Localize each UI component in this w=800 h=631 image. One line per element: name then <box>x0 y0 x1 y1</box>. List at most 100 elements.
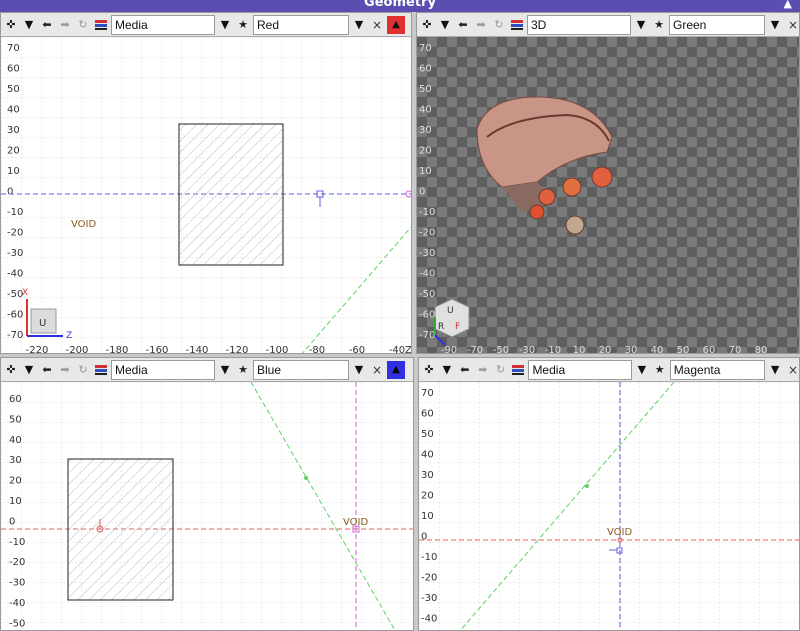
reset-view-icon[interactable]: ↻ <box>75 362 91 378</box>
y-tick-label: -60 <box>7 310 23 321</box>
mode-dropdown-icon[interactable]: ▼ <box>217 360 233 380</box>
y-tick-label: 40 <box>7 105 20 116</box>
x-tick-label: -40 <box>389 345 405 354</box>
close-icon[interactable]: × <box>369 15 385 35</box>
svg-text:Z: Z <box>66 331 72 341</box>
window-corner-icon[interactable]: ▲ <box>784 0 792 10</box>
star-icon[interactable]: ★ <box>652 362 668 378</box>
x-tick-label: 80 <box>755 345 768 354</box>
y-tick-label: -30 <box>7 248 23 259</box>
ortho-canvas-blue[interactable]: 6050403020100-10-20-30-40-50 VOID <box>1 382 414 631</box>
mode-dropdown-icon[interactable]: ▼ <box>633 15 649 35</box>
y-tick-label: 0 <box>421 532 427 543</box>
transform-dropdown-icon[interactable]: ▼ <box>437 15 453 35</box>
undo-icon[interactable]: ⬅ <box>455 17 471 33</box>
transform-dropdown-icon[interactable]: ▼ <box>439 360 455 380</box>
undo-icon[interactable]: ⬅ <box>39 17 55 33</box>
mode-select[interactable]: Media <box>111 359 215 380</box>
y-tick-label: 50 <box>7 84 20 95</box>
viewport-blue[interactable]: ✜ ▼ ⬅ ➡ ↻ Media ▼ ★ Blue ▼ × ▲ 60 50 40 … <box>0 357 414 631</box>
redo-icon[interactable]: ➡ <box>473 17 489 33</box>
geometry-volume[interactable] <box>67 458 174 601</box>
mode-select[interactable]: Media <box>528 359 632 380</box>
y-tick-label: 50 <box>9 414 22 425</box>
reset-view-icon[interactable]: ↻ <box>491 17 507 33</box>
viewport-green[interactable]: ✜ ▼ ⬅ ➡ ↻ 3D ▼ ★ Green ▼ × 70 60 50 40 30 20 1… <box>416 12 800 354</box>
redo-icon[interactable]: ➡ <box>57 17 73 33</box>
view-select[interactable]: Red <box>253 14 349 35</box>
reset-view-icon[interactable]: ↻ <box>493 362 509 378</box>
y-tick-label: 10 <box>7 166 20 177</box>
x-tick-label: 60 <box>703 345 716 354</box>
view-widget[interactable]: U <box>30 308 57 334</box>
view-color-flip-icon[interactable]: ▲ <box>387 360 405 379</box>
undo-icon[interactable]: ⬅ <box>39 362 55 378</box>
transform-dropdown-icon[interactable]: ▼ <box>21 360 37 380</box>
mode-select[interactable]: 3D <box>527 14 631 35</box>
y-tick-label: -50 <box>7 289 23 300</box>
svg-text:U: U <box>39 318 46 329</box>
void-label: VOID <box>607 527 632 538</box>
media-layers-icon <box>509 17 525 33</box>
close-icon[interactable]: × <box>785 360 799 380</box>
view-select[interactable]: Green <box>669 14 765 35</box>
y-tick-label: 20 <box>419 146 432 157</box>
view-dropdown-icon[interactable]: ▼ <box>351 15 367 35</box>
guide-point <box>304 476 308 480</box>
y-tick-label: -40 <box>7 269 23 280</box>
y-tick-label: 70 <box>419 43 432 54</box>
x-tick-label: -200 <box>66 345 89 354</box>
transform-icon[interactable]: ✜ <box>3 17 19 33</box>
y-tick-label: 30 <box>7 125 20 136</box>
ortho-canvas-red[interactable]: 70 60 50 40 30 20 10 0 -10 -20 -30 -40 -50 -60 -70 -22… <box>1 37 411 354</box>
view-select[interactable]: Magenta <box>669 359 766 380</box>
star-icon[interactable]: ★ <box>235 17 251 33</box>
y-tick-label: 20 <box>7 146 20 157</box>
x-tick-label: -80 <box>309 345 325 354</box>
mode-dropdown-icon[interactable]: ▼ <box>217 15 233 35</box>
reset-view-icon[interactable]: ↻ <box>75 17 91 33</box>
perspective-canvas-3d[interactable]: 70 60 50 40 30 20 10 0 -10 -20 -30 -40 -50 -60 -70 -90… <box>417 37 800 354</box>
viewport-magenta[interactable]: ✜ ▼ ⬅ ➡ ↻ Media ▼ ★ Magenta ▼ × 70 60 50 40… <box>418 357 800 631</box>
y-tick-label: -30 <box>419 248 435 259</box>
mode-dropdown-icon[interactable]: ▼ <box>634 360 650 380</box>
x-tick-label: -100 <box>266 345 289 354</box>
close-icon[interactable]: × <box>785 15 799 35</box>
y-tick-label: 30 <box>419 125 432 136</box>
view-dropdown-icon[interactable]: ▼ <box>767 15 783 35</box>
y-tick-label: 0 <box>9 516 15 527</box>
corner-axis-label: Z <box>405 345 411 354</box>
x-tick-label: 50 <box>677 345 690 354</box>
view-dropdown-icon[interactable]: ▼ <box>767 360 783 380</box>
mode-select[interactable]: Media <box>111 14 215 35</box>
y-tick-label: 10 <box>419 166 432 177</box>
ortho-canvas-magenta[interactable]: 70 60 50 40 30 20 10 0 -10 -20 -30 -40 VOID <box>419 382 800 631</box>
x-tick-label: -50 <box>493 345 509 354</box>
redo-icon[interactable]: ➡ <box>475 362 491 378</box>
transform-icon[interactable]: ✜ <box>419 17 435 33</box>
y-tick-label: -30 <box>421 593 437 604</box>
y-tick-label: -10 <box>421 552 437 563</box>
close-icon[interactable]: × <box>369 360 385 380</box>
viewport-red[interactable]: ✜ ▼ ⬅ ➡ ↻ Media ▼ ★ Red ▼ × ▲ 70 60 50 4… <box>0 12 412 354</box>
y-tick-label: 50 <box>419 84 432 95</box>
y-tick-label: 10 <box>421 511 434 522</box>
view-select[interactable]: Blue <box>253 359 349 380</box>
transform-icon[interactable]: ✜ <box>3 362 19 378</box>
view-color-flip-icon[interactable]: ▲ <box>387 15 405 34</box>
star-icon[interactable]: ★ <box>235 362 251 378</box>
redo-icon[interactable]: ➡ <box>57 362 73 378</box>
transform-icon[interactable]: ✜ <box>421 362 437 378</box>
y-tick-label: -70 <box>7 330 23 341</box>
x-tick-label: -90 <box>441 345 457 354</box>
y-tick-label: -40 <box>9 598 25 609</box>
x-tick-label: 40 <box>651 345 664 354</box>
geometry-volume[interactable] <box>178 123 284 266</box>
y-tick-label: 40 <box>421 450 434 461</box>
view-dropdown-icon[interactable]: ▼ <box>351 360 367 380</box>
window-title-bar: Geometry ▲ <box>0 0 800 12</box>
star-icon[interactable]: ★ <box>651 17 667 33</box>
undo-icon[interactable]: ⬅ <box>457 362 473 378</box>
y-tick-label: 70 <box>421 388 434 399</box>
transform-dropdown-icon[interactable]: ▼ <box>21 15 37 35</box>
